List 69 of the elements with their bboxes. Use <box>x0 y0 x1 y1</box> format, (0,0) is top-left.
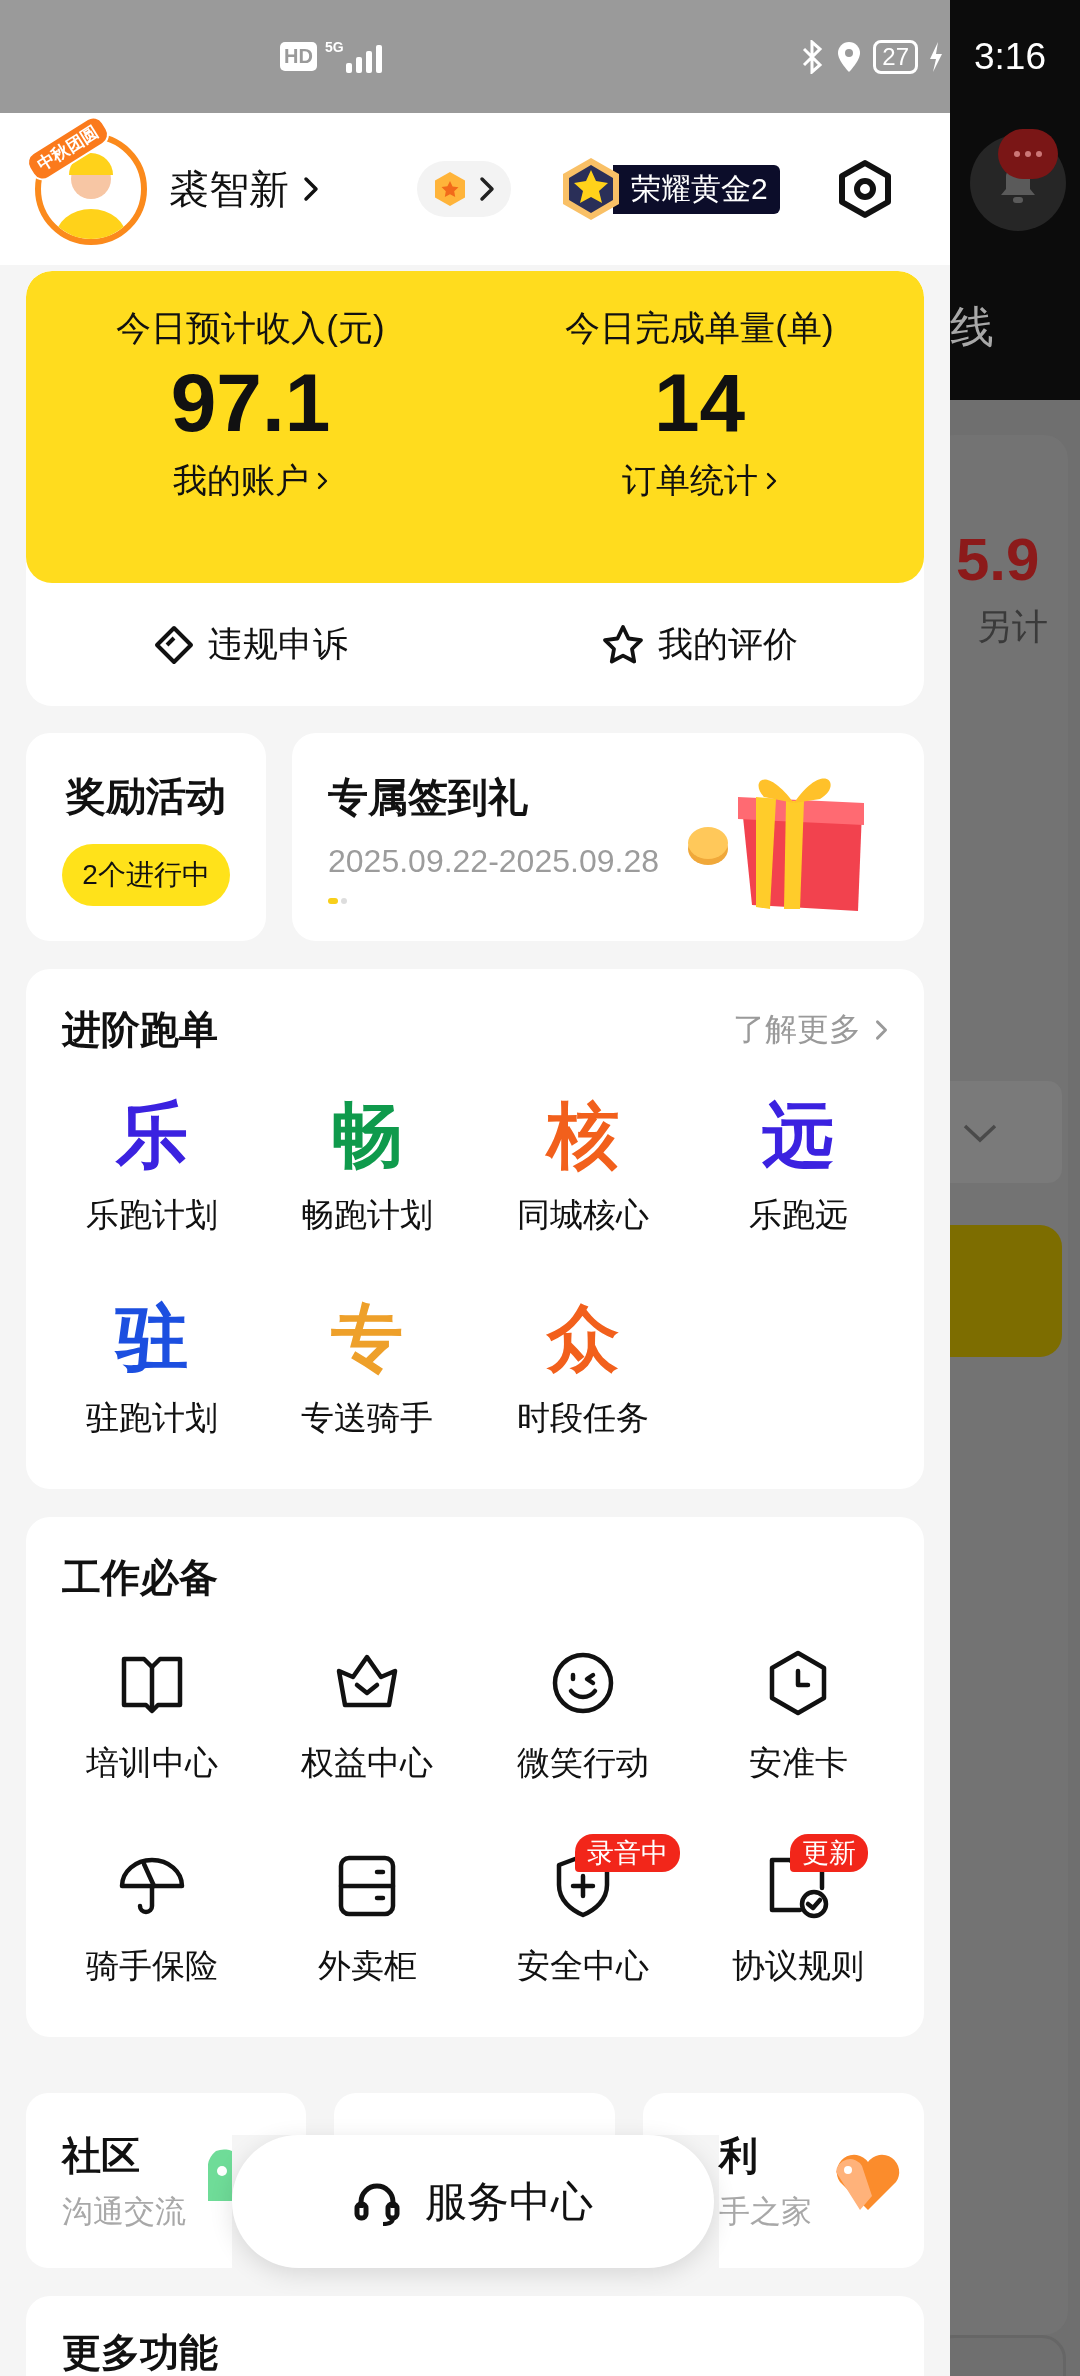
service-button[interactable]: 服务中心 <box>232 2135 714 2268</box>
chevron-icon <box>317 471 328 492</box>
menu-item[interactable]: 安全中心 <box>516 1944 649 1989</box>
welfare-card[interactable]: 利 手之家 <box>719 2093 924 2268</box>
card-subtitle: 手之家 <box>719 2192 812 2231</box>
section-title: 进阶跑单 <box>62 1007 218 1053</box>
more-icon[interactable] <box>998 129 1058 179</box>
menu-item[interactable]: 乐跑计划 <box>85 1193 218 1238</box>
glyph-icon: 驻 <box>115 1290 188 1386</box>
rewards-card[interactable]: 奖励活动 2个进行中 <box>26 733 266 941</box>
menu-item[interactable]: 畅跑计划 <box>301 1193 434 1238</box>
menu-item[interactable]: 权益中心 <box>301 1741 434 1786</box>
card-subtitle: 沟通交流 <box>62 2192 186 2231</box>
menu-item[interactable]: 协议规则 <box>732 1944 865 1989</box>
glyph-icon: 核 <box>546 1087 619 1183</box>
glyph-icon: 众 <box>546 1290 619 1386</box>
chevron-icon <box>303 176 319 202</box>
stat-value: 14 <box>653 358 746 449</box>
menu-item[interactable]: 微笑行动 <box>516 1741 649 1786</box>
banner-title: 专属签到礼 <box>328 774 529 821</box>
menu-item[interactable]: 同城核心 <box>516 1193 649 1238</box>
status-badge: 2个进行中 <box>62 843 230 906</box>
card-title: 社区 <box>62 2132 141 2179</box>
chevron-icon <box>875 1019 888 1041</box>
hexagon-star-icon <box>433 171 467 207</box>
glyph-icon: 畅 <box>331 1087 404 1183</box>
user-name[interactable]: 裘智新 <box>169 161 289 217</box>
notice-badge: 录音中 <box>574 1834 680 1872</box>
amount-text: 5.9 <box>956 525 1040 594</box>
section-title: 更多功能 <box>62 2331 218 2374</box>
chevron-down-icon <box>962 1123 998 1143</box>
stat-value: 97.1 <box>170 358 331 449</box>
stat-label: 今日完成单量(单) <box>565 307 834 349</box>
notice-badge: 更新 <box>790 1834 869 1872</box>
menu-item[interactable]: 培训中心 <box>85 1741 218 1786</box>
glyph-icon: 远 <box>762 1087 835 1183</box>
route-label: 线 <box>950 301 994 353</box>
menu-item[interactable]: 外卖柜 <box>317 1944 417 1989</box>
chevron-icon <box>479 176 495 202</box>
glyph-icon: 乐 <box>115 1087 188 1183</box>
diamond-icon <box>153 624 194 665</box>
hd-label: HD <box>280 42 317 71</box>
menu-item[interactable]: 乐跑远 <box>748 1193 848 1238</box>
section-title: 工作必备 <box>62 1555 218 1601</box>
card-title: 利 <box>719 2132 759 2179</box>
action-link[interactable]: 违规申诉 <box>207 621 348 668</box>
stat-label: 今日预计收入(元) <box>116 307 385 349</box>
glyph-icon: 专 <box>331 1290 404 1386</box>
star-icon <box>601 623 644 666</box>
menu-item[interactable]: 骑手保险 <box>85 1944 218 1989</box>
note-text: 另计 <box>976 605 1048 649</box>
chevron-icon <box>766 471 777 492</box>
menu-item[interactable]: 时段任务 <box>516 1396 649 1441</box>
action-link[interactable]: 我的评价 <box>657 621 798 668</box>
network-label: 5G <box>324 38 344 55</box>
menu-item[interactable]: 安准卡 <box>748 1741 848 1786</box>
signin-banner[interactable]: 专属签到礼 2025.09.22-2025.09.28 <box>292 733 924 941</box>
card-title: 奖励活动 <box>66 772 226 820</box>
stat-link[interactable]: 我的账户 <box>173 458 309 505</box>
clock-time: 3:16 <box>974 35 1046 78</box>
stat-link[interactable]: 订单统计 <box>622 458 758 505</box>
medal-button[interactable] <box>417 161 511 217</box>
menu-item[interactable]: 专送骑手 <box>301 1396 434 1441</box>
community-card[interactable]: 社区 沟通交流 <box>26 2093 232 2268</box>
battery-level: 27 <box>873 39 918 74</box>
menu-item[interactable]: 驻跑计划 <box>85 1396 218 1441</box>
dropdown-field[interactable] <box>950 1081 1062 1183</box>
banner-dates: 2025.09.22-2025.09.28 <box>328 843 659 880</box>
charging-icon <box>928 40 944 73</box>
